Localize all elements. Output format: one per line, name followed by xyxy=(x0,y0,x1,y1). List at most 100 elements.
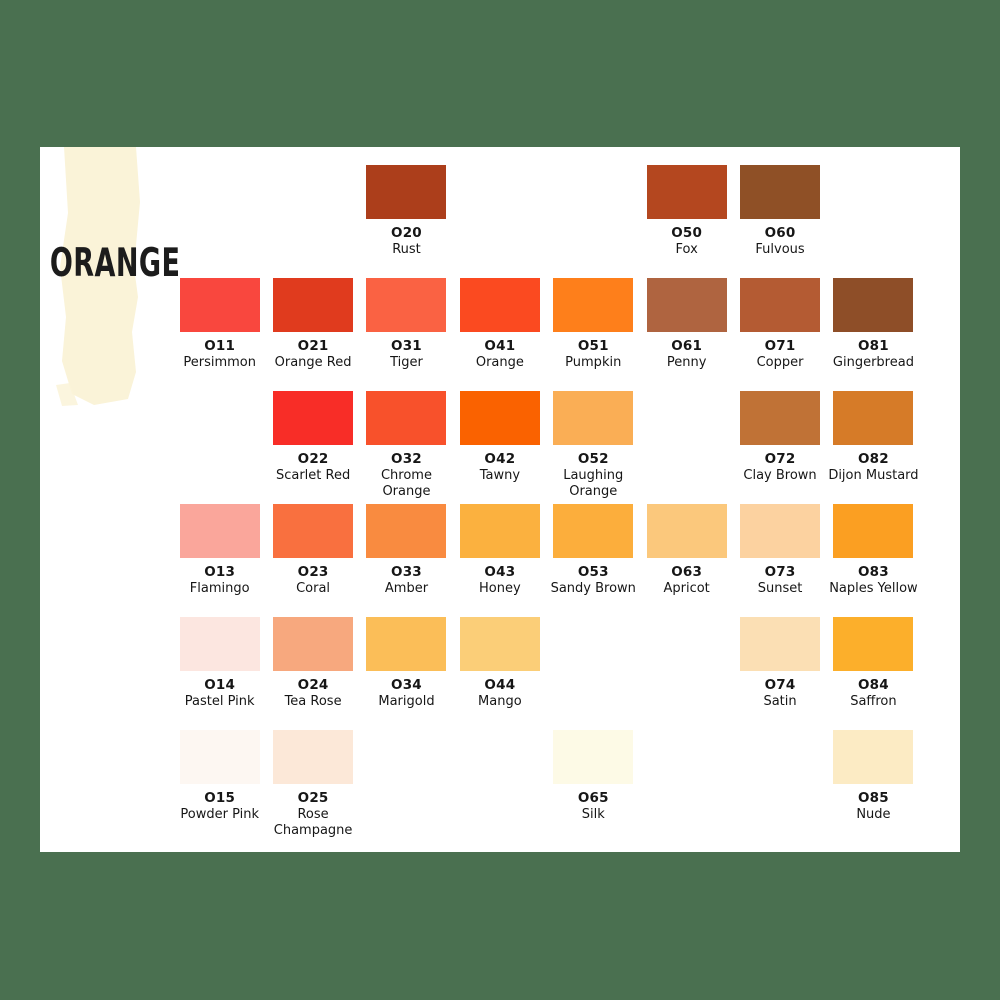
swatch-color[interactable] xyxy=(553,504,634,558)
swatch-color[interactable] xyxy=(366,617,447,671)
swatch-color[interactable] xyxy=(833,504,914,558)
swatch-cell[interactable]: O13 Flamingo xyxy=(173,504,266,617)
swatch-cell[interactable]: O34 Marigold xyxy=(360,617,453,730)
swatch-cell[interactable]: O84 Saffron xyxy=(827,617,920,730)
swatch-cell[interactable]: O71 Copper xyxy=(733,278,826,391)
swatch-code: O74 xyxy=(764,677,796,693)
swatch-code: O81 xyxy=(857,338,889,354)
swatch-color[interactable] xyxy=(833,278,914,332)
swatch-color[interactable] xyxy=(553,730,634,784)
swatch-cell-empty xyxy=(453,165,546,278)
swatch-color[interactable] xyxy=(459,617,540,671)
swatch-color[interactable] xyxy=(740,504,821,558)
swatch-cell[interactable]: O31 Tiger xyxy=(360,278,453,391)
swatch-color[interactable] xyxy=(459,504,540,558)
swatch-name: Rust xyxy=(392,241,421,257)
swatch-code: O44 xyxy=(484,677,516,693)
swatch-name: Gingerbread xyxy=(832,354,914,370)
swatch-color[interactable] xyxy=(179,278,260,332)
swatch-cell[interactable]: O51 Pumpkin xyxy=(547,278,640,391)
swatch-color[interactable] xyxy=(740,617,821,671)
swatch-color[interactable] xyxy=(179,730,260,784)
swatch-color[interactable] xyxy=(273,730,354,784)
swatch-color[interactable] xyxy=(273,617,354,671)
swatch-code: O50 xyxy=(671,225,703,241)
swatch-cell[interactable]: O23 Coral xyxy=(266,504,359,617)
swatch-code: O15 xyxy=(204,790,236,806)
swatch-cell-empty xyxy=(640,391,733,504)
swatch-cell[interactable]: O20 Rust xyxy=(360,165,453,278)
swatch-cell[interactable]: O63 Apricot xyxy=(640,504,733,617)
swatch-name: Mango xyxy=(478,693,522,709)
swatch-cell[interactable]: O32 Chrome Orange xyxy=(360,391,453,504)
swatch-cell[interactable]: O33 Amber xyxy=(360,504,453,617)
swatch-cell[interactable]: O65 Silk xyxy=(547,730,640,843)
swatch-cell[interactable]: O60 Fulvous xyxy=(733,165,826,278)
swatch-cell[interactable]: O43 Honey xyxy=(453,504,546,617)
swatch-cell[interactable]: O41 Orange xyxy=(453,278,546,391)
swatch-color[interactable] xyxy=(366,504,447,558)
swatch-color[interactable] xyxy=(459,278,540,332)
swatch-color[interactable] xyxy=(646,278,727,332)
swatch-cell[interactable]: O25 Rose Champagne xyxy=(266,730,359,843)
swatch-grid: O20 Rust O50 Fox O60 Fulvous O11 Persimmon O21 Or… xyxy=(173,165,953,843)
swatch-cell[interactable]: O52 Laughing Orange xyxy=(547,391,640,504)
swatch-cell[interactable]: O14 Pastel Pink xyxy=(173,617,266,730)
swatch-code: O83 xyxy=(857,564,889,580)
swatch-cell-empty xyxy=(640,730,733,843)
swatch-color[interactable] xyxy=(273,278,354,332)
swatch-cell[interactable]: O74 Satin xyxy=(733,617,826,730)
swatch-cell[interactable]: O21 Orange Red xyxy=(266,278,359,391)
swatch-name: Laughing Orange xyxy=(563,467,624,499)
page-title: ORANGE xyxy=(49,238,181,286)
swatch-cell[interactable]: O73 Sunset xyxy=(733,504,826,617)
swatch-color-empty xyxy=(460,730,540,784)
swatch-cell-empty xyxy=(733,730,826,843)
swatch-color[interactable] xyxy=(833,730,914,784)
swatch-cell-empty xyxy=(266,165,359,278)
swatch-color[interactable] xyxy=(553,278,634,332)
swatch-cell[interactable]: O22 Scarlet Red xyxy=(266,391,359,504)
swatch-cell[interactable]: O50 Fox xyxy=(640,165,733,278)
swatch-cell[interactable]: O53 Sandy Brown xyxy=(547,504,640,617)
swatch-cell[interactable]: O81 Gingerbread xyxy=(827,278,920,391)
swatch-cell[interactable]: O24 Tea Rose xyxy=(266,617,359,730)
swatch-color[interactable] xyxy=(740,165,821,219)
swatch-cell-empty xyxy=(173,165,266,278)
swatch-color[interactable] xyxy=(459,391,540,445)
swatch-color[interactable] xyxy=(366,391,447,445)
swatch-cell[interactable]: O44 Mango xyxy=(453,617,546,730)
swatch-cell[interactable]: O42 Tawny xyxy=(453,391,546,504)
swatch-color[interactable] xyxy=(553,391,634,445)
swatch-color[interactable] xyxy=(740,391,821,445)
swatch-color[interactable] xyxy=(833,617,914,671)
swatch-color[interactable] xyxy=(366,165,447,219)
swatch-color[interactable] xyxy=(179,617,260,671)
swatch-cell[interactable]: O15 Powder Pink xyxy=(173,730,266,843)
swatch-name: Silk xyxy=(581,806,605,822)
swatch-color[interactable] xyxy=(646,504,727,558)
swatch-cell[interactable]: O72 Clay Brown xyxy=(733,391,826,504)
swatch-cell-empty xyxy=(640,617,733,730)
swatch-color[interactable] xyxy=(273,391,354,445)
swatch-color[interactable] xyxy=(179,504,260,558)
swatch-code: O42 xyxy=(484,451,516,467)
swatch-name: Rose Champagne xyxy=(273,806,353,838)
swatch-name: Honey xyxy=(479,580,521,596)
swatch-name: Pastel Pink xyxy=(184,693,255,709)
swatch-color[interactable] xyxy=(366,278,447,332)
swatch-color[interactable] xyxy=(646,165,727,219)
swatch-code: O34 xyxy=(391,677,422,693)
swatch-code: O51 xyxy=(577,338,609,354)
swatch-cell[interactable]: O82 Dijon Mustard xyxy=(827,391,920,504)
swatch-cell[interactable]: O83 Naples Yellow xyxy=(827,504,920,617)
swatch-name: Sandy Brown xyxy=(550,580,636,596)
swatch-color[interactable] xyxy=(833,391,914,445)
swatch-color[interactable] xyxy=(740,278,821,332)
brush-stroke-tail-path xyxy=(56,383,78,406)
swatch-color[interactable] xyxy=(273,504,354,558)
swatch-code: O73 xyxy=(764,564,796,580)
swatch-cell[interactable]: O61 Penny xyxy=(640,278,733,391)
swatch-cell[interactable]: O85 Nude xyxy=(827,730,920,843)
swatch-cell[interactable]: O11 Persimmon xyxy=(173,278,266,391)
